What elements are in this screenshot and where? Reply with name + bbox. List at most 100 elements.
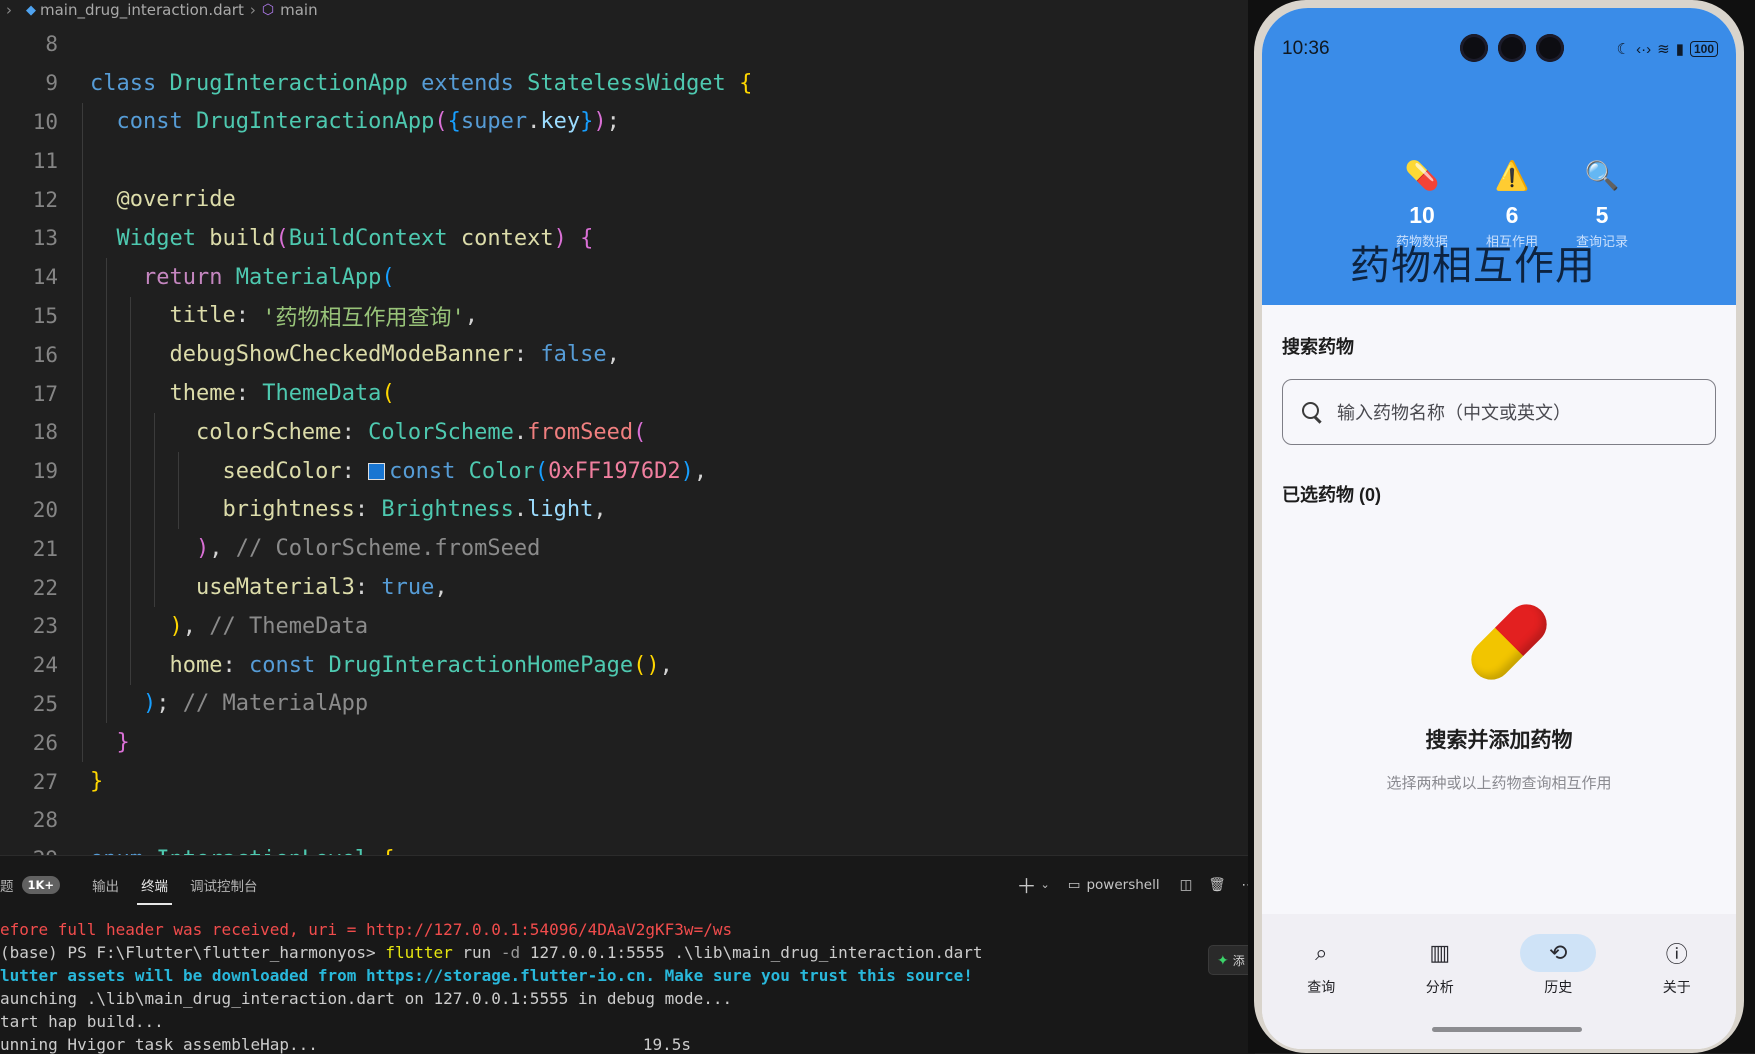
code-line: 23 ), // ThemeData (0, 606, 1255, 646)
nfc-icon: ‹·› (1636, 40, 1652, 58)
tab-problems[interactable]: 题 1K+ (0, 856, 61, 913)
token: , (209, 536, 236, 562)
token: ) (593, 109, 607, 135)
token: return (142, 264, 223, 290)
code-line: 9 class DrugInteractionApp extends Statel… (0, 64, 1255, 103)
line-number: 10 (32, 109, 58, 134)
token: ( (633, 652, 647, 678)
token: } (90, 769, 104, 795)
line-number: 8 (45, 32, 58, 57)
tab-label: 输出 (92, 878, 120, 895)
token: : (513, 342, 541, 368)
token: MaterialApp (235, 264, 382, 290)
token: , (434, 575, 448, 601)
token: Color (468, 458, 535, 484)
search-section-title: 搜索药物 (1282, 337, 1354, 357)
line-number: 11 (32, 148, 58, 173)
panel-actions: ＋ ⌄ ▭ powershell ◫ 🗑 ⋯ (1002, 856, 1255, 913)
command-arg: 127.0.0.1:5555 .\lib\main_drug_interacti… (520, 943, 983, 962)
bottom-nav: ⌕ 查询 ▥ 分析 ⟲ 历史 ⓘ 关于 (1262, 914, 1736, 1049)
token: title (169, 303, 236, 329)
code-line: 11 (0, 141, 1255, 181)
ai-chip-label: 添 (1232, 953, 1245, 968)
terminal-icon: ▭ (1067, 876, 1081, 893)
token: , (182, 613, 210, 639)
code-line: 22 useMaterial3: true, (0, 568, 1255, 607)
token: ( (534, 458, 549, 484)
tab-output[interactable]: 输出 (92, 856, 119, 913)
token: enum (90, 847, 143, 855)
search-input[interactable]: 输入药物名称（中文或英文） (1282, 379, 1716, 445)
token: ) (169, 613, 183, 639)
code-editor[interactable]: › ◆ main_drug_interaction.dart › ⬡ main … (0, 0, 1255, 855)
home-indicator[interactable] (1432, 1027, 1582, 1032)
token: brightness (222, 497, 355, 523)
app-title: 药物相互作用 (1350, 244, 1596, 288)
new-terminal-plus-icon[interactable]: ＋ (1016, 870, 1036, 899)
tab-label: 题 (0, 878, 14, 895)
split-terminal-icon[interactable]: ◫ (1180, 877, 1193, 893)
token: fromSeed (527, 419, 634, 445)
chevron-down-icon[interactable]: ⌄ (1040, 878, 1049, 891)
phone-screen: 10:36 ☾ ‹·› ≋ ▮ 100 💊 10 药物数据 ⚠️ 6 相互作用 … (1262, 8, 1736, 1049)
token: } (580, 109, 594, 135)
token: false (540, 342, 607, 368)
line-number: 24 (32, 653, 58, 678)
token: // ThemeData (209, 613, 369, 639)
tab-terminal[interactable]: 终端 (137, 856, 173, 913)
token: // MaterialApp (182, 691, 369, 717)
nav-label: 关于 (1662, 979, 1691, 995)
line-number: 22 (32, 575, 58, 600)
prompt: (base) PS F:\Flutter\flutter_harmonyos> (0, 943, 386, 962)
line-number: 15 (32, 303, 58, 328)
main-content: 搜索药物 输入药物名称（中文或英文） 已选药物 (0) (1282, 305, 1716, 507)
camera-icon (1498, 34, 1526, 62)
line-number: 13 (32, 226, 58, 251)
token: true (381, 575, 435, 601)
line-number: 17 (32, 381, 58, 406)
code-line: 10 const DrugInteractionApp({super. key})… (0, 102, 1255, 142)
token: class (90, 70, 157, 96)
app-header: 10:36 ☾ ‹·› ≋ ▮ 100 💊 10 药物数据 ⚠️ 6 相互作用 … (1262, 8, 1736, 305)
line-number: 21 (32, 536, 58, 561)
line-number: 12 (32, 187, 58, 212)
token: ) (680, 458, 694, 484)
task-text: unning Hvigor task assembleHap... (0, 1035, 318, 1054)
token: , (593, 497, 607, 523)
token: ; (156, 691, 183, 717)
nav-item-about[interactable]: ⓘ 关于 (1637, 914, 1717, 1049)
terminal-output[interactable]: efore full header was received, uri = ht… (0, 918, 1255, 1054)
code-lines[interactable]: 8 9 class DrugInteractionApp extends Stat… (0, 25, 1255, 855)
analytics-icon: ▥ (1429, 940, 1451, 965)
line-number: 23 (32, 614, 58, 639)
nav-item-search[interactable]: ⌕ 查询 (1281, 914, 1361, 1049)
token: ( (633, 419, 647, 445)
status-bar: 10:36 ☾ ‹·› ≋ ▮ 100 (1282, 34, 1718, 62)
token: . (513, 419, 528, 445)
token: @override (116, 187, 236, 213)
token: super (460, 109, 528, 135)
token: : (354, 575, 382, 601)
shell-name[interactable]: powershell (1086, 877, 1159, 893)
token: const (389, 458, 456, 484)
signal-icon: ▮ (1675, 41, 1684, 58)
breadcrumb-symbol[interactable]: main (280, 1, 317, 19)
line-number: 18 (32, 420, 58, 445)
tab-label: 终端 (141, 878, 169, 895)
breadcrumb-chevron-icon: › (249, 1, 256, 19)
trash-icon[interactable]: 🗑 (1208, 877, 1225, 893)
token: { (739, 70, 753, 96)
code-line: 14 return MaterialApp( (0, 257, 1255, 297)
tab-debug-console[interactable]: 调试控制台 (190, 856, 258, 913)
search-icon (1301, 401, 1323, 423)
phone-frame: 10:36 ☾ ‹·› ≋ ▮ 100 💊 10 药物数据 ⚠️ 6 相互作用 … (1254, 0, 1744, 1053)
empty-state: 搜索并添加药物 选择两种或以上药物查询相互作用 (1262, 596, 1736, 793)
token: , (659, 652, 673, 678)
terminal-line: lutter assets will be downloaded from ht… (0, 966, 973, 985)
color-swatch-icon[interactable] (368, 462, 386, 480)
token: ; (606, 109, 620, 135)
token: const (116, 109, 183, 135)
token: : (235, 303, 263, 329)
token: { (447, 109, 461, 135)
breadcrumb-file[interactable]: main_drug_interaction.dart (40, 1, 244, 19)
